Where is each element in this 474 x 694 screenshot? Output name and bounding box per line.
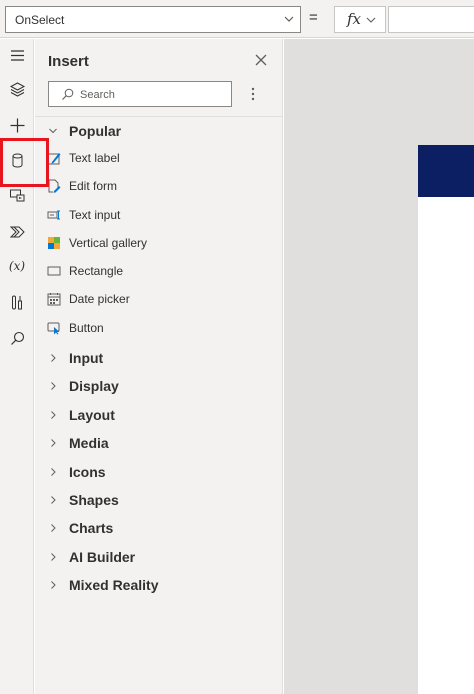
insert-button[interactable] bbox=[0, 110, 34, 140]
chevron-right-icon bbox=[51, 382, 56, 390]
search-input[interactable] bbox=[80, 86, 225, 103]
chevron-right-icon bbox=[51, 468, 56, 476]
left-rail: (x) bbox=[0, 39, 34, 694]
category-shapes[interactable]: Shapes bbox=[35, 487, 283, 513]
search-icon bbox=[10, 331, 24, 345]
formula-input[interactable] bbox=[388, 6, 474, 33]
category-label: Icons bbox=[69, 464, 106, 480]
equals-sign: = bbox=[309, 9, 318, 26]
insert-item-label: Text label bbox=[69, 151, 120, 165]
chevron-right-icon bbox=[51, 439, 56, 447]
formula-bar: OnSelect = fx bbox=[0, 0, 474, 38]
category-display[interactable]: Display bbox=[35, 373, 283, 399]
fx-label: fx bbox=[347, 10, 362, 28]
insert-item-label: Rectangle bbox=[69, 264, 124, 278]
category-mixed-reality[interactable]: Mixed Reality bbox=[35, 572, 283, 598]
menu-button[interactable] bbox=[0, 40, 34, 70]
media-button[interactable] bbox=[0, 180, 34, 210]
category-label: AI Builder bbox=[69, 549, 136, 565]
edit-form-icon bbox=[48, 179, 61, 193]
category-label: Shapes bbox=[69, 492, 119, 508]
chevron-down-icon bbox=[366, 17, 376, 23]
screen-header-bar[interactable] bbox=[418, 145, 474, 197]
category-icons[interactable]: Icons bbox=[35, 459, 283, 485]
category-layout[interactable]: Layout bbox=[35, 402, 283, 428]
search-box[interactable] bbox=[48, 81, 232, 107]
insert-item-edit-form[interactable]: Edit form bbox=[35, 173, 283, 199]
chevron-right-icon bbox=[51, 553, 56, 561]
category-popular[interactable]: Popular bbox=[35, 118, 283, 144]
app-screen[interactable] bbox=[418, 145, 474, 694]
close-icon[interactable] bbox=[252, 51, 270, 69]
category-ai-builder[interactable]: AI Builder bbox=[35, 544, 283, 570]
database-icon bbox=[12, 153, 22, 168]
chevron-right-icon bbox=[51, 354, 56, 362]
property-dropdown[interactable]: OnSelect bbox=[5, 6, 301, 33]
tools-icon bbox=[11, 295, 22, 309]
category-charts[interactable]: Charts bbox=[35, 515, 283, 541]
category-media[interactable]: Media bbox=[35, 430, 283, 456]
date-picker-icon bbox=[47, 293, 61, 306]
category-label: Input bbox=[69, 350, 104, 366]
insert-item-button[interactable]: Button bbox=[35, 315, 283, 341]
search-button[interactable] bbox=[0, 323, 34, 353]
more-options-icon[interactable] bbox=[246, 83, 260, 105]
hamburger-menu-icon bbox=[10, 49, 24, 61]
rectangle-icon bbox=[47, 266, 61, 276]
property-value: OnSelect bbox=[15, 13, 65, 27]
power-automate-button[interactable] bbox=[0, 216, 34, 246]
category-label: Mixed Reality bbox=[69, 577, 159, 593]
insert-panel: Insert Popular Text label Edit form Text… bbox=[35, 39, 283, 694]
insert-item-rectangle[interactable]: Rectangle bbox=[35, 258, 283, 284]
insert-item-label: Edit form bbox=[69, 179, 118, 193]
chevron-right-icon bbox=[51, 524, 56, 532]
category-input[interactable]: Input bbox=[35, 345, 283, 371]
chevron-right-icon bbox=[51, 411, 56, 419]
power-automate-icon bbox=[9, 226, 25, 237]
chevron-down-icon bbox=[49, 128, 57, 134]
panel-divider bbox=[35, 116, 283, 117]
variables-icon: (x) bbox=[8, 259, 26, 273]
insert-item-vertical-gallery[interactable]: Vertical gallery bbox=[35, 230, 283, 256]
insert-item-text-input[interactable]: Text input bbox=[35, 202, 283, 228]
insert-item-label: Button bbox=[69, 321, 104, 335]
fx-button[interactable]: fx bbox=[334, 6, 386, 33]
insert-item-label: Text input bbox=[69, 208, 121, 222]
category-label: Display bbox=[69, 378, 119, 394]
chevron-right-icon bbox=[51, 581, 56, 589]
insert-item-label: Date picker bbox=[69, 292, 130, 306]
search-icon bbox=[62, 88, 74, 100]
insert-item-text-label[interactable]: Text label bbox=[35, 145, 283, 171]
category-label: Layout bbox=[69, 407, 115, 423]
chevron-right-icon bbox=[51, 496, 56, 504]
layers-icon bbox=[9, 81, 25, 97]
button-icon bbox=[47, 322, 60, 335]
advanced-tools-button[interactable] bbox=[0, 287, 34, 317]
vertical-gallery-icon bbox=[48, 237, 60, 249]
insert-item-label: Vertical gallery bbox=[69, 236, 148, 250]
category-label: Media bbox=[69, 435, 109, 451]
media-icon bbox=[9, 189, 24, 201]
category-label: Charts bbox=[69, 520, 114, 536]
panel-title: Insert bbox=[48, 53, 89, 70]
chevron-down-icon bbox=[284, 16, 294, 22]
tree-view-button[interactable] bbox=[0, 74, 34, 104]
data-button[interactable] bbox=[0, 145, 34, 175]
insert-item-date-picker[interactable]: Date picker bbox=[35, 286, 283, 312]
text-input-icon bbox=[47, 210, 60, 220]
text-label-icon bbox=[47, 153, 61, 165]
plus-icon bbox=[10, 118, 24, 132]
variables-button[interactable]: (x) bbox=[0, 251, 34, 281]
category-label: Popular bbox=[69, 123, 122, 139]
